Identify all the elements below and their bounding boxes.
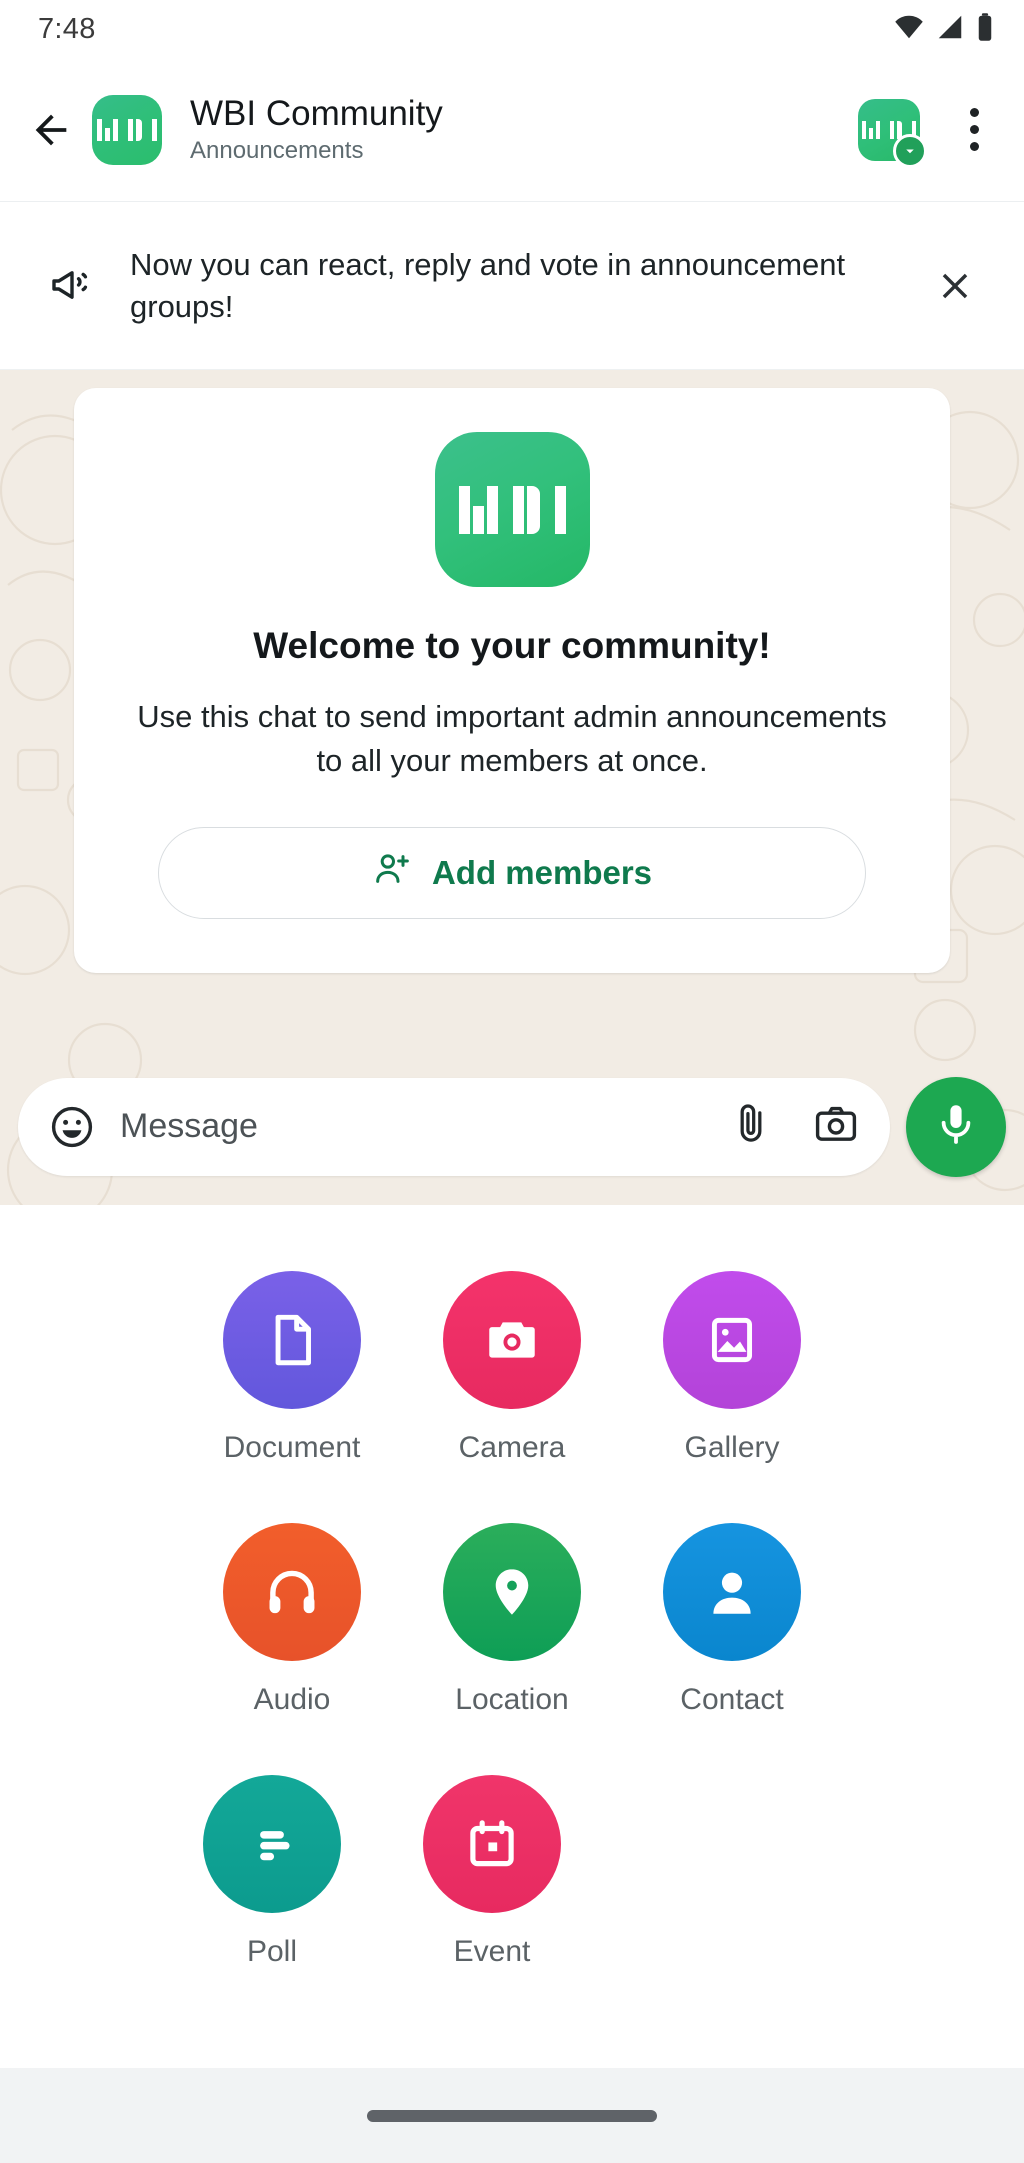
back-button[interactable] (16, 95, 86, 165)
status-time: 7:48 (38, 12, 96, 45)
status-bar: 7:48 (0, 0, 1024, 58)
location-pin-icon (443, 1523, 581, 1661)
attachment-label: Poll (246, 1935, 298, 1968)
add-members-button[interactable]: Add members (158, 827, 866, 920)
more-vertical-icon[interactable] (946, 95, 1002, 165)
system-navigation-bar (0, 2068, 1024, 2163)
app-bar: WBI Community Announcements (0, 58, 1024, 202)
attachment-item-document[interactable]: Document (182, 1271, 402, 1465)
community-logo-label (458, 485, 566, 534)
camera-icon (443, 1271, 581, 1409)
attachment-item-camera[interactable]: Camera (402, 1271, 622, 1465)
attachment-label: Camera (458, 1431, 566, 1464)
chat-area: Welcome to your community! Use this chat… (0, 370, 1024, 1205)
attachment-item-poll[interactable]: Poll (162, 1775, 382, 1969)
headphones-icon (223, 1523, 361, 1661)
app-bar-actions (858, 95, 1002, 168)
attachment-row-3: Poll Event (0, 1775, 1024, 1969)
person-add-icon (372, 849, 412, 897)
banner-text: Now you can react, reply and vote in ann… (130, 246, 846, 324)
signal-icon (935, 12, 965, 47)
attachment-label: Document (223, 1431, 361, 1464)
voice-record-button[interactable] (906, 1076, 1006, 1177)
chevron-down-icon (893, 133, 927, 168)
battery-icon (976, 12, 994, 47)
attachment-row-2: Audio Location Contact (0, 1523, 1024, 1717)
attachment-label: Audio (253, 1683, 331, 1716)
gallery-icon (663, 1271, 801, 1409)
emoji-smiley-icon[interactable] (46, 1103, 98, 1151)
welcome-card: Welcome to your community! Use this chat… (74, 388, 950, 974)
attachment-item-gallery[interactable]: Gallery (622, 1271, 842, 1465)
megaphone-icon (44, 262, 100, 310)
message-input-pill[interactable]: Message (18, 1077, 890, 1176)
attachment-item-event[interactable]: Event (382, 1775, 602, 1969)
welcome-title: Welcome to your community! (253, 625, 771, 666)
message-composer: Message (0, 1070, 1024, 1205)
attachment-item-contact[interactable]: Contact (622, 1523, 842, 1717)
attachment-panel: Document Camera Gallery Audio Location C… (0, 1205, 1024, 2085)
wifi-icon (894, 12, 924, 47)
attachment-label: Contact (680, 1683, 784, 1716)
message-input[interactable]: Message (120, 1107, 728, 1146)
person-icon (663, 1523, 801, 1661)
paperclip-icon[interactable] (728, 1101, 774, 1152)
poll-bars-icon (203, 1775, 341, 1913)
chat-title-block[interactable]: WBI Community Announcements (190, 94, 858, 165)
chat-avatar[interactable] (92, 94, 162, 165)
add-members-label: Add members (431, 854, 653, 892)
home-gesture-pill[interactable] (367, 2109, 657, 2122)
app-window: 7:48 WBI Community Announcements Now you… (0, 0, 1024, 2163)
chat-subtitle: Announcements (190, 137, 364, 165)
camera-icon[interactable] (812, 1100, 860, 1153)
attachment-label: Location (455, 1683, 569, 1716)
page-title: WBI Community (190, 93, 443, 133)
status-icon-group (894, 12, 994, 47)
calendar-icon (423, 1775, 561, 1913)
welcome-body: Use this chat to send important admin an… (137, 699, 887, 779)
attachment-label: Gallery (684, 1431, 780, 1464)
document-icon (223, 1271, 361, 1409)
close-icon[interactable] (920, 251, 990, 321)
attachment-row-1: Document Camera Gallery (0, 1271, 1024, 1465)
community-logo (434, 432, 590, 587)
community-avatar-button[interactable] (858, 98, 927, 168)
chat-avatar-label (97, 118, 157, 141)
attachment-item-audio[interactable]: Audio (182, 1523, 402, 1717)
attachment-label: Event (453, 1935, 531, 1968)
announcement-banner: Now you can react, reply and vote in ann… (0, 203, 1024, 370)
attachment-item-location[interactable]: Location (402, 1523, 622, 1717)
composer-actions (728, 1100, 860, 1153)
microphone-icon (932, 1100, 980, 1153)
